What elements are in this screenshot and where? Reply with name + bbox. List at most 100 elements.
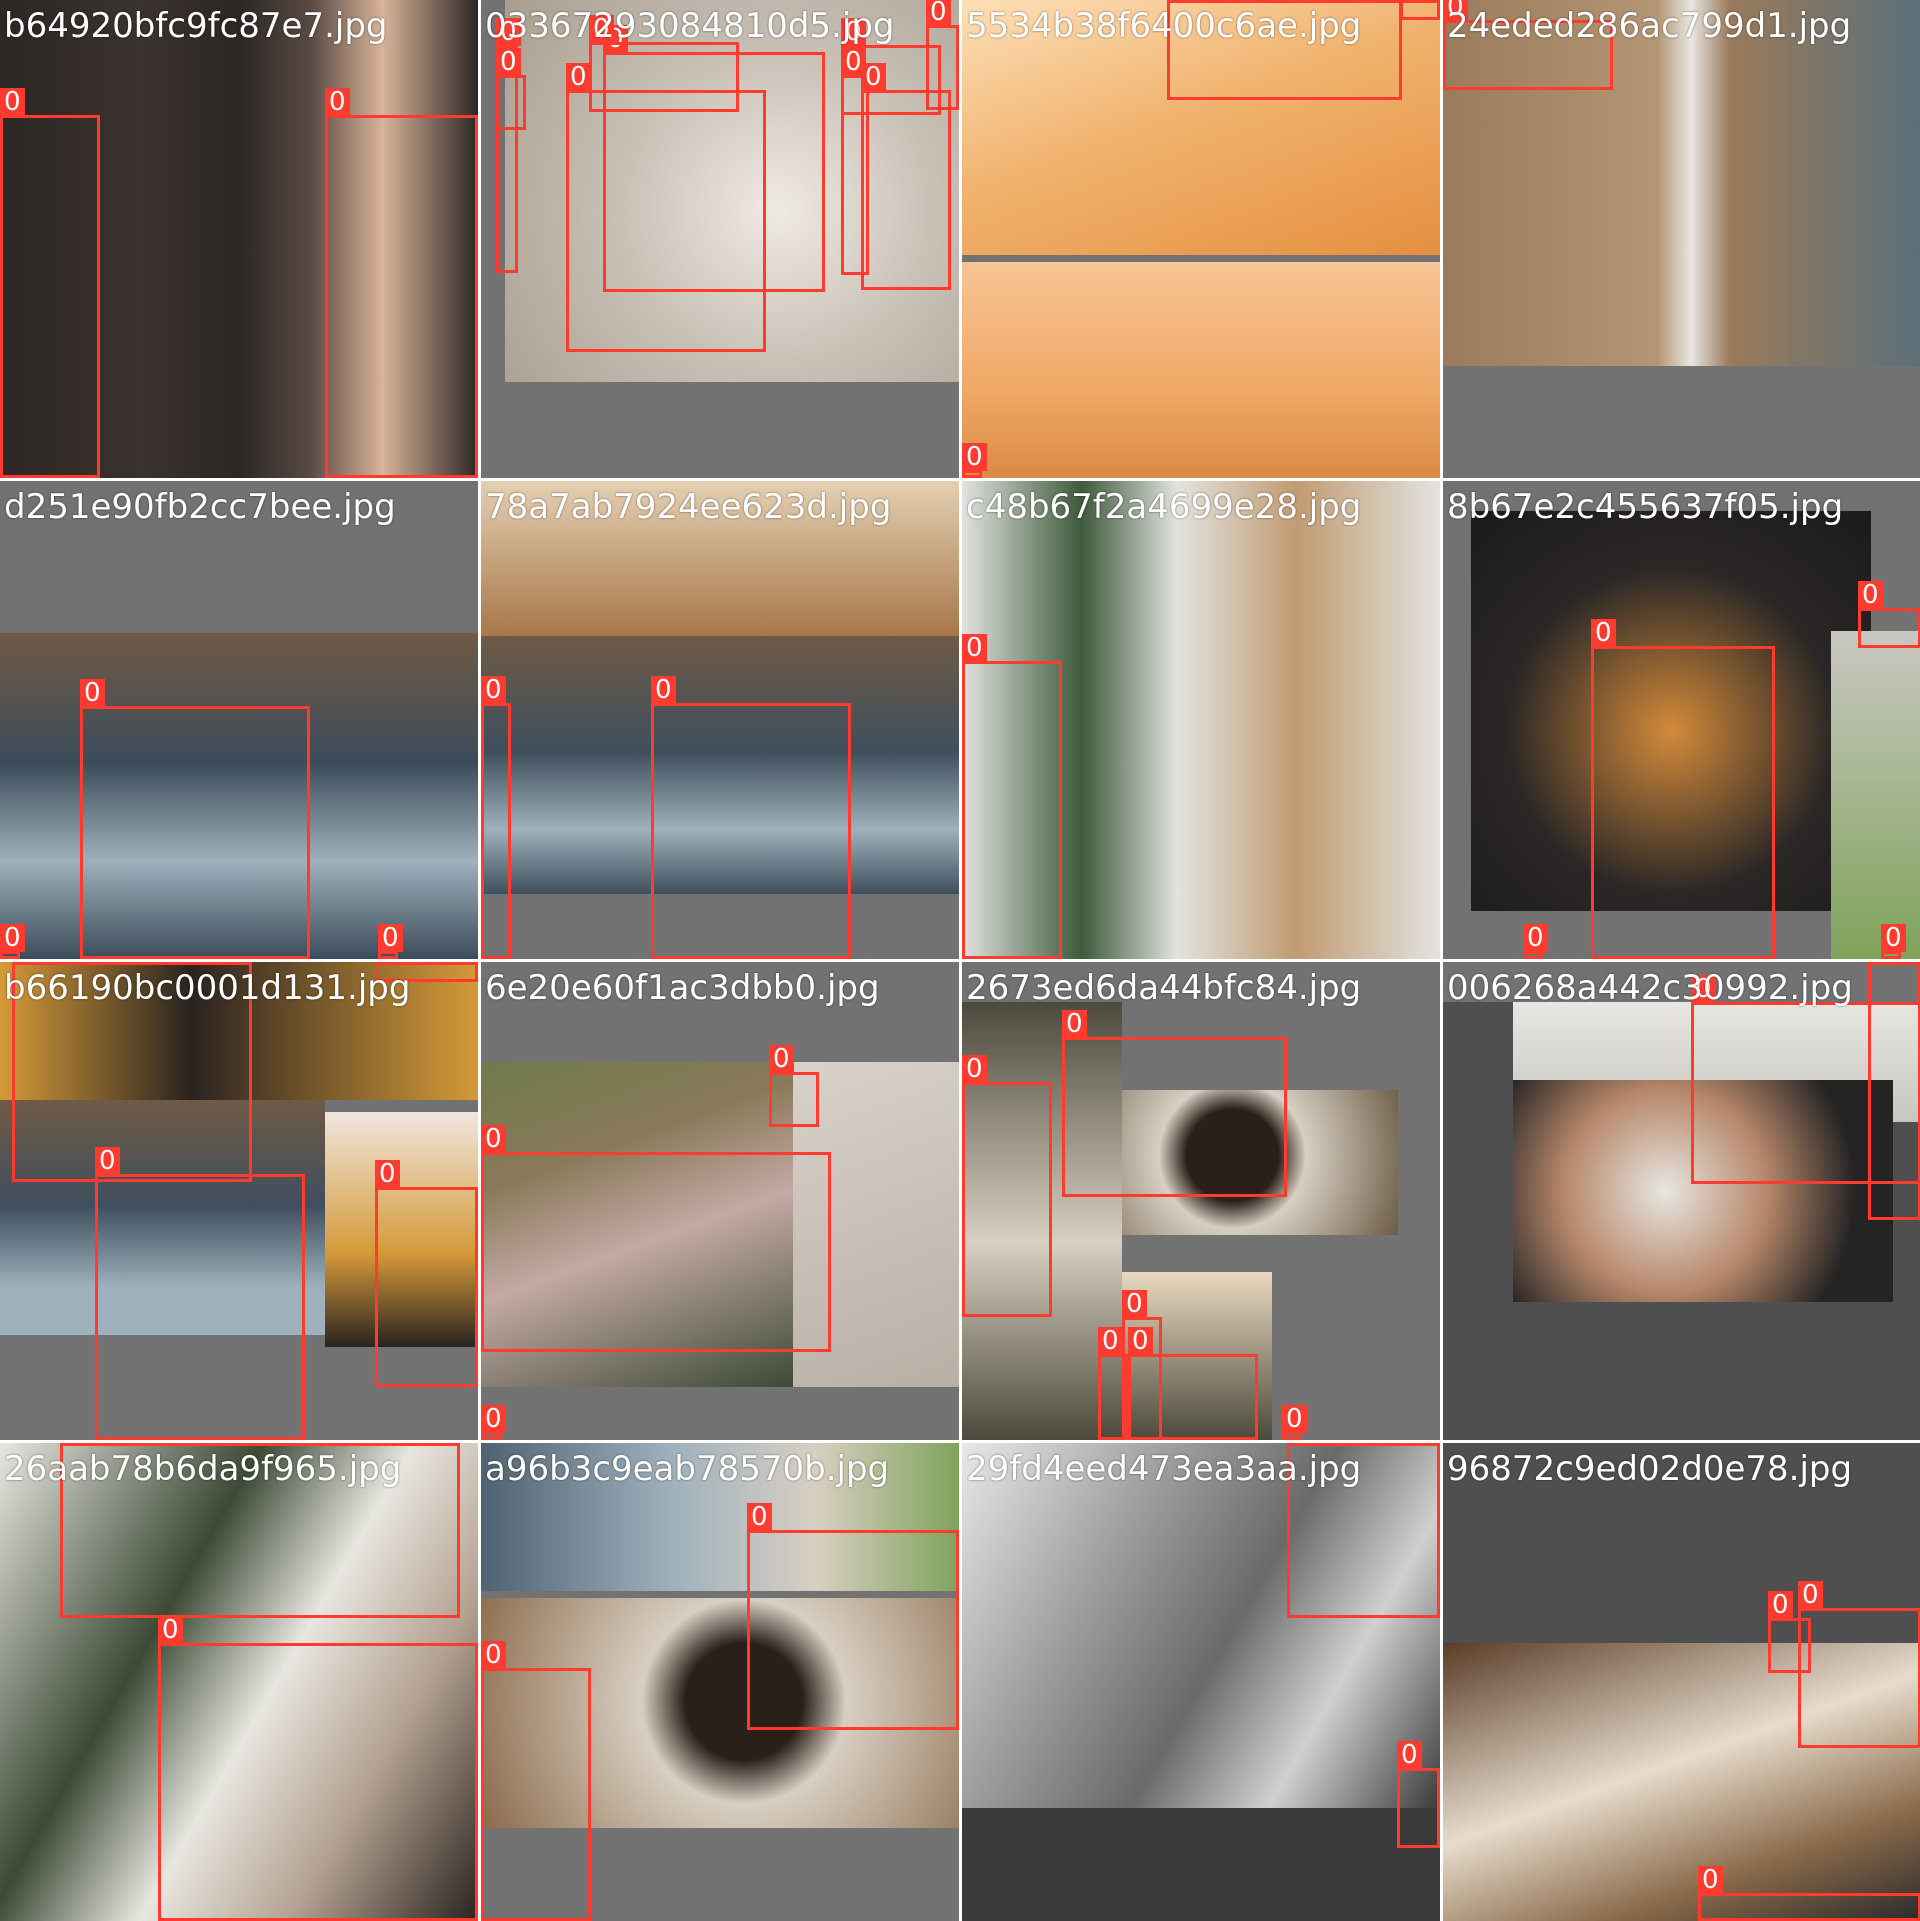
detection-box: 0 — [158, 1616, 478, 1921]
detection-box: 0 — [1098, 1327, 1128, 1440]
mosaic-tile-6: 0 0 78a7ab7924ee623d.jpg — [481, 481, 959, 959]
detection-box: 0 — [325, 88, 478, 478]
mosaic-tile-4: 0 24eded286ac799d1.jpg — [1443, 0, 1920, 478]
detection-box: 0 — [481, 676, 511, 959]
detection-label: 0 — [481, 676, 506, 704]
tile-photo — [962, 1808, 1440, 1921]
detection-label: 0 — [60, 1443, 85, 1444]
detection-label: 0 — [1523, 924, 1548, 952]
detection-box: 0 — [481, 1125, 831, 1352]
detection-label: 0 — [1282, 1405, 1307, 1433]
tile-filename: b64920bfc9fc87e7.jpg — [4, 6, 388, 46]
detection-label: 0 — [1868, 962, 1893, 963]
detection-box: 0 — [1881, 924, 1906, 959]
detection-label: 0 — [1400, 0, 1425, 1]
detection-box: 0 — [769, 1045, 819, 1127]
detection-label: 0 — [95, 1147, 120, 1175]
detection-box: 0 — [1698, 1866, 1920, 1921]
detection-label: 0 — [962, 634, 987, 662]
detection-box: 0 — [589, 15, 739, 112]
detection-mosaic: 0 0 b64920bfc9fc87e7.jpg 0 0 0 0 0 0 0 0… — [0, 0, 1920, 1921]
detection-box: 0 — [80, 679, 310, 959]
detection-label: 0 — [861, 63, 886, 91]
tile-filename: 03367293084810d5.jpg — [485, 6, 895, 46]
detection-label: 0 — [1128, 1327, 1153, 1355]
mosaic-tile-3: 0 0 0 0 5534b38f6400c6ae.jpg — [962, 0, 1440, 478]
tile-filename: 006268a442c30992.jpg — [1447, 968, 1853, 1008]
tile-filename: 96872c9ed02d0e78.jpg — [1447, 1449, 1853, 1489]
detection-label: 0 — [769, 1045, 794, 1073]
detection-label: 0 — [1287, 1443, 1312, 1444]
detection-box: 0 — [1858, 581, 1920, 648]
detection-box: 0 — [1798, 1581, 1920, 1748]
detection-label: 0 — [1798, 1581, 1823, 1609]
detection-label: 0 — [651, 676, 676, 704]
detection-label: 0 — [1122, 1290, 1147, 1318]
detection-box: 0 — [1282, 1405, 1307, 1440]
tile-photo — [962, 262, 1440, 478]
detection-box: 0 — [962, 1055, 1052, 1317]
detection-label: 0 — [375, 962, 400, 963]
detection-label: 0 — [1768, 1591, 1793, 1619]
detection-label: 0 — [325, 88, 350, 116]
mosaic-tile-5: 0 0 0 d251e90fb2cc7bee.jpg — [0, 481, 478, 959]
detection-box: 0 — [1868, 962, 1920, 1220]
mosaic-tile-15: 0 0 29fd4eed473ea3aa.jpg — [962, 1443, 1440, 1921]
detection-label: 0 — [1591, 619, 1616, 647]
tile-filename: 78a7ab7924ee623d.jpg — [485, 487, 892, 527]
detection-label: 0 — [481, 1641, 506, 1669]
detection-label: 0 — [481, 1125, 506, 1153]
detection-label: 0 — [1098, 1327, 1123, 1355]
detection-box: 0 — [481, 1405, 506, 1440]
tile-filename: 29fd4eed473ea3aa.jpg — [966, 1449, 1362, 1489]
detection-box: 0 — [1400, 0, 1440, 20]
detection-box: 0 — [1128, 1327, 1258, 1440]
detection-box: 0 — [1397, 1741, 1440, 1848]
detection-label: 0 — [158, 1616, 183, 1644]
mosaic-tile-14: 0 0 a96b3c9eab78570b.jpg — [481, 1443, 959, 1921]
mosaic-tile-11: 0 0 0 0 0 0 2673ed6da44bfc84.jpg — [962, 962, 1440, 1440]
detection-box: 0 — [747, 1503, 959, 1730]
detection-label: 0 — [1858, 581, 1883, 609]
detection-box: 0 — [861, 63, 951, 290]
detection-box: 0 — [566, 63, 766, 352]
detection-label: 0 — [1167, 0, 1192, 1]
mosaic-tile-10: 0 0 0 6e20e60f1ac3dbb0.jpg — [481, 962, 959, 1440]
detection-label: 0 — [80, 679, 105, 707]
detection-label: 0 — [926, 0, 951, 26]
mosaic-tile-12: 0 0 006268a442c30992.jpg — [1443, 962, 1920, 1440]
tile-filename: a96b3c9eab78570b.jpg — [485, 1449, 890, 1489]
tile-filename: 26aab78b6da9f965.jpg — [4, 1449, 402, 1489]
detection-label: 0 — [12, 962, 37, 963]
detection-label: 0 — [0, 924, 25, 952]
tile-filename: 6e20e60f1ac3dbb0.jpg — [485, 968, 880, 1008]
mosaic-tile-13: 0 0 26aab78b6da9f965.jpg — [0, 1443, 478, 1921]
detection-box: 0 — [496, 48, 526, 130]
detection-box: 0 — [1591, 619, 1775, 959]
mosaic-tile-9: 0 0 0 0 b66190bc0001d131.jpg — [0, 962, 478, 1440]
detection-box: 0 — [0, 924, 25, 959]
tile-filename: b66190bc0001d131.jpg — [4, 968, 411, 1008]
detection-label: 0 — [481, 1405, 506, 1433]
tile-filename: 24eded286ac799d1.jpg — [1447, 6, 1852, 46]
tile-filename: 8b67e2c455637f05.jpg — [1447, 487, 1844, 527]
detection-label: 0 — [962, 443, 987, 471]
detection-label: 0 — [0, 88, 25, 116]
detection-label: 0 — [378, 924, 403, 952]
detection-box: 0 — [95, 1147, 305, 1440]
detection-label: 0 — [375, 1160, 400, 1188]
detection-box: 0 — [481, 1641, 591, 1921]
detection-box: 0 — [375, 1160, 478, 1387]
detection-label: 0 — [1062, 1010, 1087, 1038]
tile-filename: 2673ed6da44bfc84.jpg — [966, 968, 1362, 1008]
detection-box: 0 — [1523, 924, 1548, 959]
detection-label: 0 — [496, 48, 521, 76]
detection-label: 0 — [1698, 1866, 1723, 1894]
mosaic-tile-2: 0 0 0 0 0 0 0 0 0 03367293084810d5.jpg — [481, 0, 959, 478]
mosaic-tile-7: 0 c48b67f2a4699e28.jpg — [962, 481, 1440, 959]
detection-box: 0 — [962, 443, 987, 478]
tile-filename: 5534b38f6400c6ae.jpg — [966, 6, 1362, 46]
detection-label: 0 — [1397, 1741, 1422, 1769]
detection-label: 0 — [566, 63, 591, 91]
tile-filename: d251e90fb2cc7bee.jpg — [4, 487, 396, 527]
